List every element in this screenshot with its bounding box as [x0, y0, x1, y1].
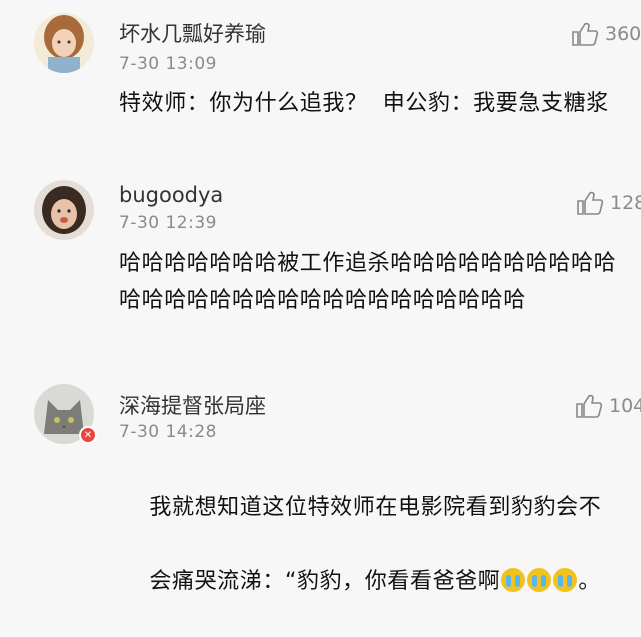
thumbs-up-icon — [572, 22, 599, 46]
like-count: 128 — [610, 192, 641, 214]
comment-text: 特效师：你为什么追我？ 申公豹：我要急支糖浆 — [119, 91, 609, 116]
comment-text: 哈哈哈哈哈哈哈被工作追杀哈哈哈哈哈哈哈哈哈哈哈哈哈哈哈哈哈哈哈哈哈哈哈哈哈哈哈哈 — [119, 251, 617, 313]
timestamp: 7-30 12:39 — [119, 213, 217, 233]
comment-text-line-1: 我就想知道这位特效师在电影院看到豹豹会不 — [149, 495, 602, 520]
like-button[interactable]: 360 — [571, 21, 641, 47]
timestamp: 7-30 13:09 — [119, 54, 217, 74]
timestamp: 7-30 14:28 — [119, 422, 217, 442]
like-count: 360 — [605, 23, 641, 45]
comment-text-tail: 。 — [578, 569, 601, 594]
like-button[interactable]: 104 — [575, 393, 641, 419]
comment-text: 我就想知道这位特效师在电影院看到豹豹会不 会痛哭流涕：“豹豹，你看看爸爸啊 。 — [119, 452, 641, 637]
thumbs-up-icon — [576, 394, 603, 418]
thumbs-up-icon — [577, 191, 604, 215]
username[interactable]: 深海提督张局座 — [119, 390, 266, 420]
crying-emoji — [553, 568, 578, 592]
like-button[interactable]: 128 — [576, 190, 641, 216]
vip-badge-icon: ✕ — [79, 426, 97, 444]
crying-emoji — [501, 568, 526, 592]
comment-text-line-2: 会痛哭流涕：“豹豹，你看看爸爸啊 — [149, 569, 501, 594]
girl-avatar-icon[interactable] — [34, 13, 94, 73]
username[interactable]: bugoodya — [119, 183, 223, 207]
username[interactable]: 坏水几瓢好养瑜 — [119, 18, 266, 48]
crying-emoji — [527, 568, 552, 592]
like-count: 104 — [609, 395, 641, 417]
child-avatar-icon[interactable] — [34, 180, 94, 240]
